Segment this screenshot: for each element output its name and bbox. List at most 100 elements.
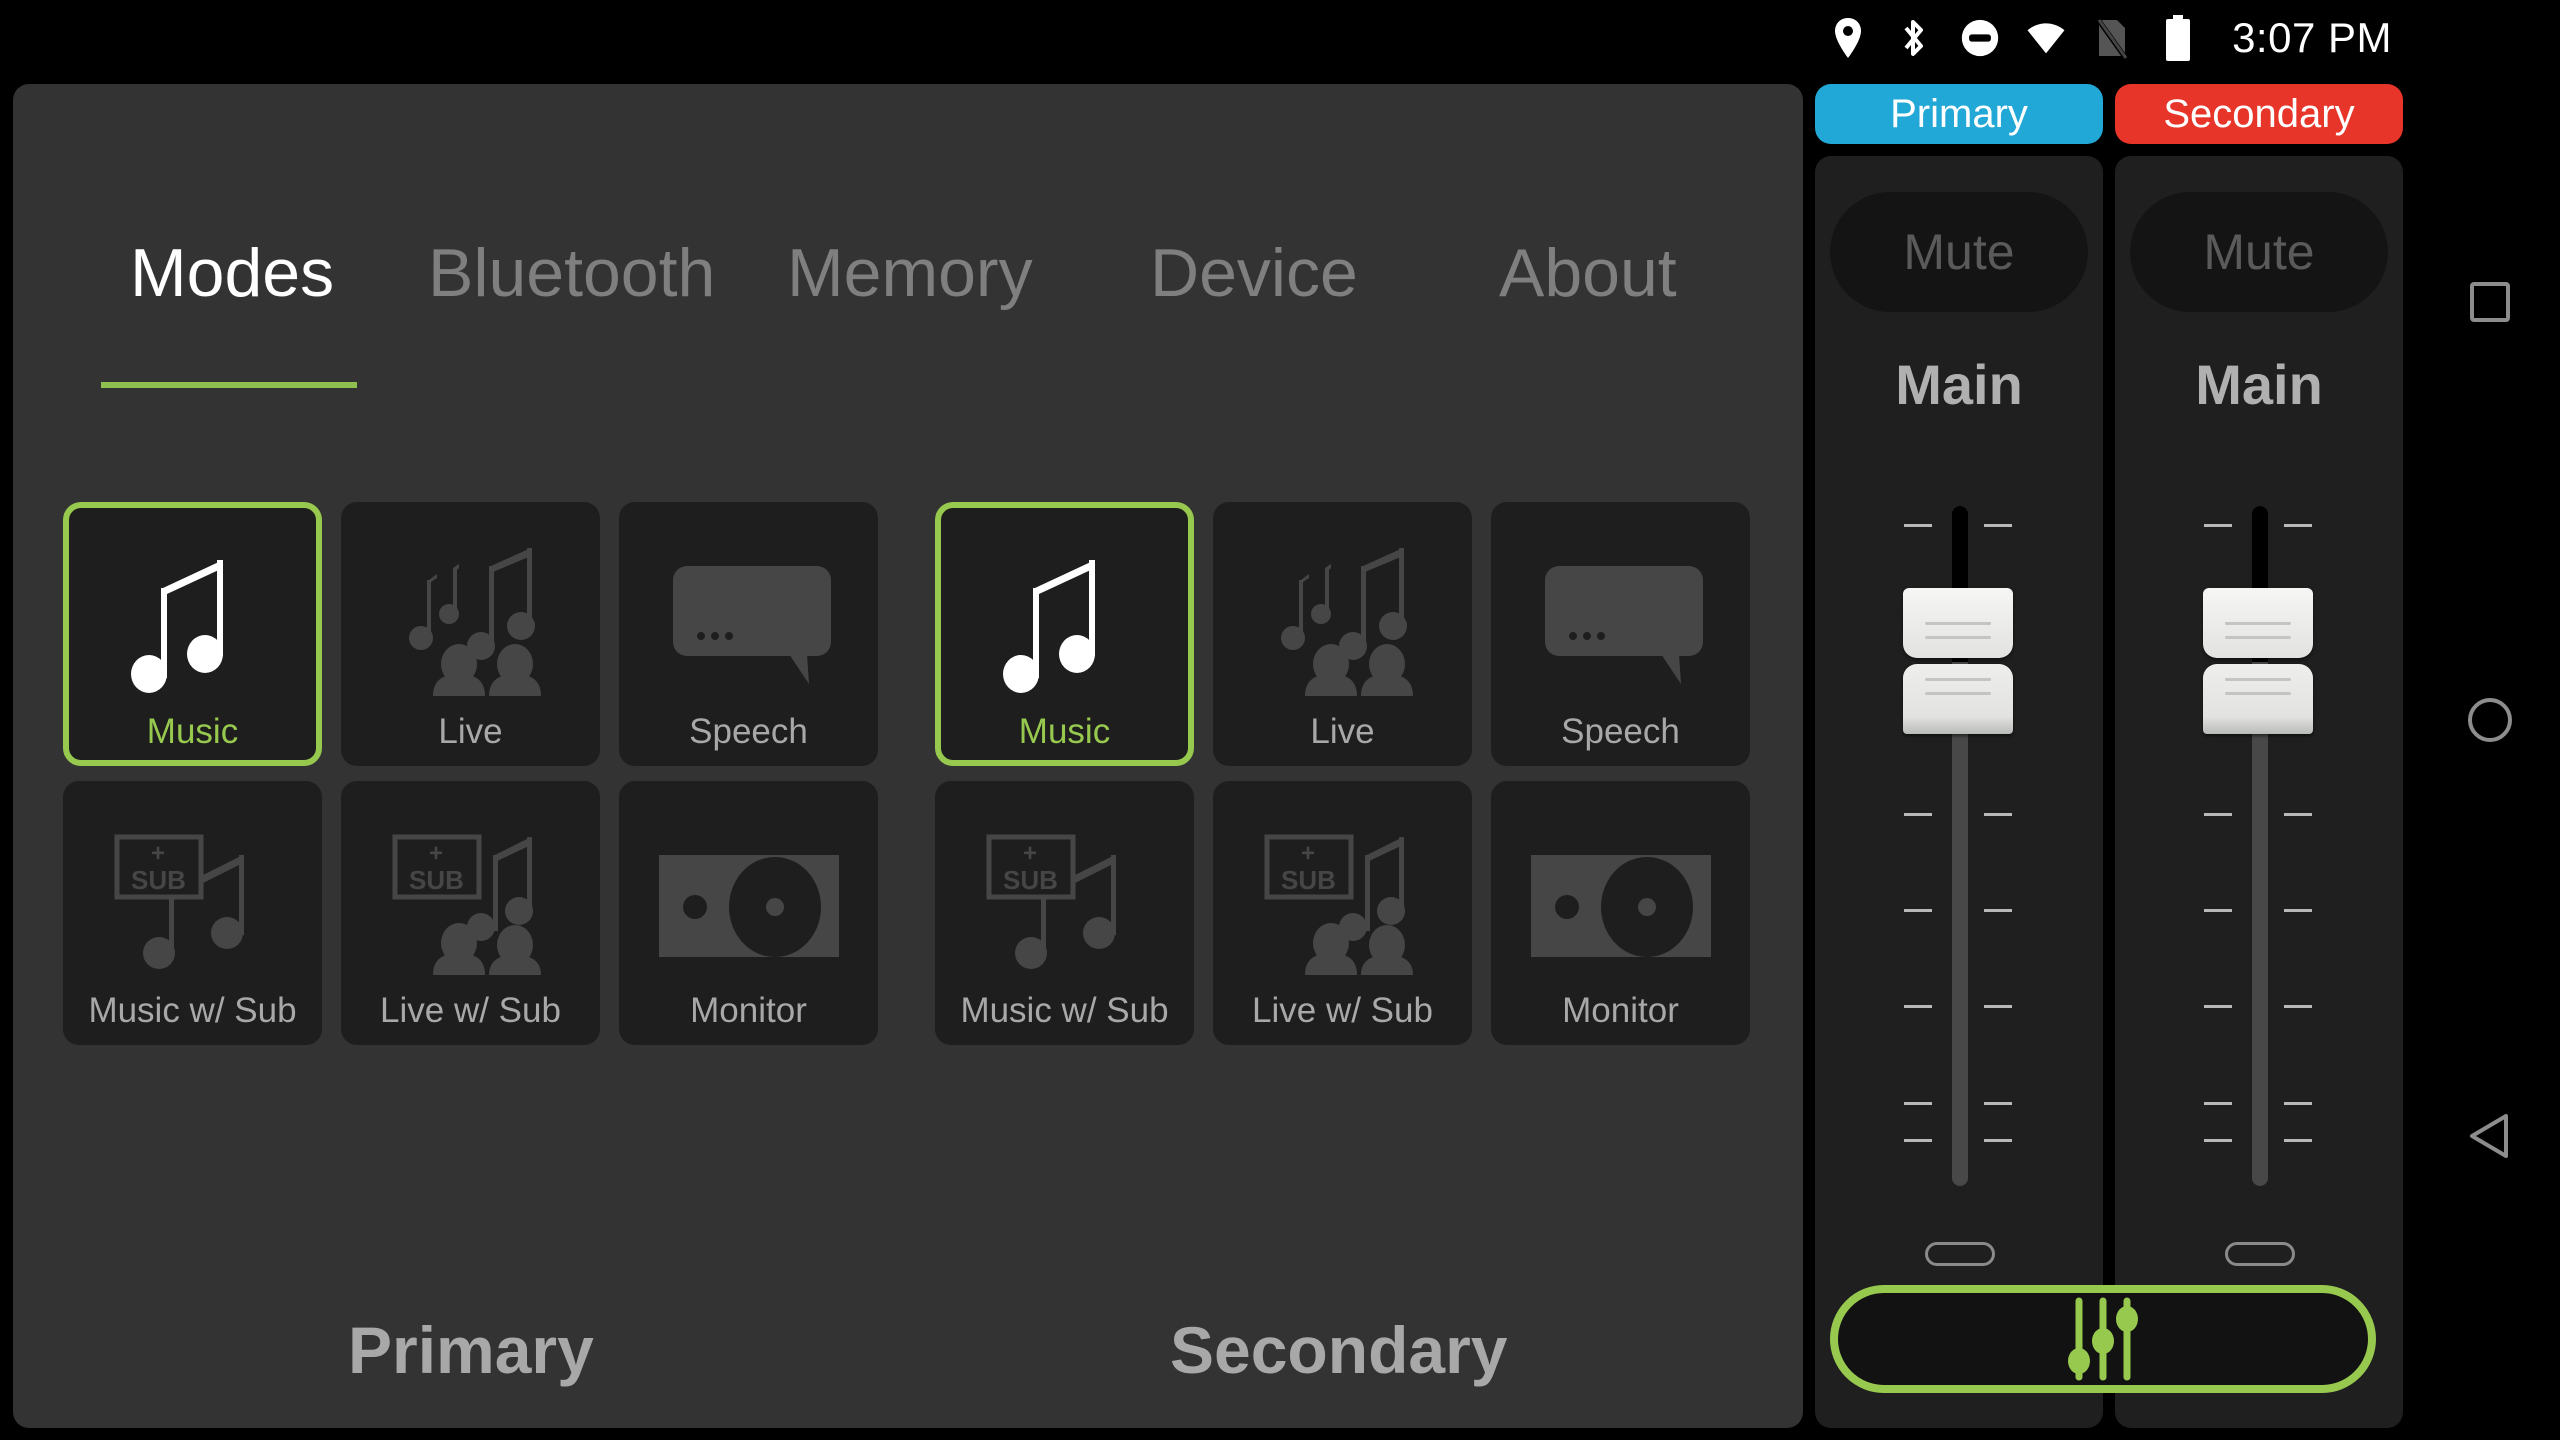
mixer-button[interactable] bbox=[1830, 1285, 2376, 1393]
fader-tick bbox=[2284, 524, 2312, 527]
fader-tick bbox=[2284, 1102, 2312, 1105]
mode-tile-live[interactable]: Live bbox=[341, 502, 600, 766]
fader-tick bbox=[2204, 1102, 2232, 1105]
fader-knob-bottom bbox=[1903, 664, 2013, 735]
fader-tick bbox=[2284, 1005, 2312, 1008]
bluetooth-icon bbox=[1894, 16, 1934, 60]
recents-button[interactable] bbox=[2462, 274, 2518, 330]
fader-tick bbox=[1984, 524, 2012, 527]
fader-tick bbox=[1984, 909, 2012, 912]
volume-fader[interactable] bbox=[2115, 496, 2403, 1196]
fader-tick bbox=[2204, 1139, 2232, 1142]
music-note-icon bbox=[1002, 560, 1095, 693]
fader-tick bbox=[2204, 909, 2232, 912]
volume-fader[interactable] bbox=[1815, 496, 2103, 1196]
secondary-mode-grid: Music Live Speech SUB + Music w/ Sub SUB +… bbox=[935, 502, 1750, 1045]
mode-tile-music-w-sub[interactable]: SUB + Music w/ Sub bbox=[63, 781, 322, 1045]
active-tab-indicator bbox=[101, 382, 357, 388]
fader-tick bbox=[2204, 1005, 2232, 1008]
svg-text:SUB: SUB bbox=[1003, 865, 1058, 895]
fader-tick bbox=[2284, 1139, 2312, 1142]
back-button[interactable] bbox=[2462, 1108, 2518, 1164]
mixer-sliders-icon bbox=[2068, 1297, 2138, 1381]
battery-icon bbox=[2158, 15, 2198, 61]
secondary-zone-badge[interactable]: Secondary bbox=[2115, 84, 2403, 144]
mode-tile-music[interactable]: Music bbox=[935, 502, 1194, 766]
home-icon bbox=[2468, 698, 2512, 742]
secondary-zone-label: Secondary bbox=[1170, 1313, 1508, 1387]
fader-tick bbox=[1984, 1102, 2012, 1105]
monitor-speaker-icon bbox=[658, 855, 839, 957]
tab-modes[interactable]: Modes bbox=[130, 234, 334, 312]
channel-name: Main bbox=[1895, 353, 2023, 416]
svg-text:SUB: SUB bbox=[131, 865, 186, 895]
fader-tick bbox=[2204, 524, 2232, 527]
channel-link-toggle[interactable] bbox=[2225, 1242, 2295, 1266]
channel-link-toggle[interactable] bbox=[1925, 1242, 1995, 1266]
primary-mode-grid: Music Live Speech SUB + Music w/ Sub SUB +… bbox=[63, 502, 878, 1045]
fader-tick bbox=[2284, 909, 2312, 912]
fader-tick bbox=[1984, 1005, 2012, 1008]
back-icon bbox=[2470, 1114, 2508, 1158]
tab-bluetooth[interactable]: Bluetooth bbox=[428, 234, 715, 312]
speech-bubble-icon bbox=[672, 566, 831, 684]
fader-tick bbox=[2204, 813, 2232, 816]
secondary-channel-strip: Mute Main bbox=[2115, 156, 2403, 1428]
mode-tile-live[interactable]: Live bbox=[1213, 502, 1472, 766]
music-sub-icon: SUB+ bbox=[114, 834, 244, 969]
tab-memory[interactable]: Memory bbox=[787, 234, 1033, 312]
channel-name: Main bbox=[2195, 353, 2323, 416]
mode-tile-monitor[interactable]: Monitor bbox=[1491, 781, 1750, 1045]
svg-text:SUB: SUB bbox=[409, 865, 464, 895]
mode-label: Monitor bbox=[690, 991, 807, 1030]
mode-label: Live bbox=[1310, 712, 1375, 751]
monitor-speaker-icon bbox=[1530, 855, 1711, 957]
mode-label: Live w/ Sub bbox=[380, 991, 561, 1030]
fader-knob-bottom bbox=[2203, 664, 2313, 735]
fader-knob-top bbox=[1903, 588, 2013, 659]
fader-tick bbox=[1904, 1139, 1932, 1142]
home-button[interactable] bbox=[2462, 692, 2518, 748]
fader-knob[interactable] bbox=[1903, 588, 2013, 736]
mode-tile-live-w-sub[interactable]: SUB + Live w/ Sub bbox=[341, 781, 600, 1045]
svg-text:+: + bbox=[429, 840, 443, 867]
svg-text:+: + bbox=[1301, 840, 1315, 867]
fader-tick bbox=[1904, 813, 1932, 816]
fader-tick bbox=[1904, 524, 1932, 527]
svg-text:+: + bbox=[151, 840, 165, 867]
mode-tile-speech[interactable]: Speech bbox=[1491, 502, 1750, 766]
modes-panel: Modes Bluetooth Memory Device About Musi… bbox=[13, 84, 1803, 1428]
mode-tile-live-w-sub[interactable]: SUB + Live w/ Sub bbox=[1213, 781, 1472, 1045]
no-sim-icon bbox=[2092, 16, 2132, 60]
mode-tile-music[interactable]: Music bbox=[63, 502, 322, 766]
mode-label: Music w/ Sub bbox=[960, 991, 1169, 1030]
recents-icon bbox=[2470, 282, 2510, 322]
fader-tick bbox=[2284, 813, 2312, 816]
mode-label: Speech bbox=[1561, 712, 1680, 751]
mode-label: Monitor bbox=[1562, 991, 1679, 1030]
speech-bubble-icon bbox=[1544, 566, 1703, 684]
mode-tile-monitor[interactable]: Monitor bbox=[619, 781, 878, 1045]
music-note-icon bbox=[130, 560, 223, 693]
tab-about[interactable]: About bbox=[1499, 234, 1677, 312]
fader-tick bbox=[1904, 1005, 1932, 1008]
svg-text:SUB: SUB bbox=[1281, 865, 1336, 895]
do-not-disturb-icon bbox=[1960, 16, 2000, 60]
live-audience-icon bbox=[1280, 548, 1413, 696]
fader-knob[interactable] bbox=[2203, 588, 2313, 736]
fader-tick bbox=[1984, 813, 2012, 816]
mode-label: Speech bbox=[689, 712, 808, 751]
mode-tile-speech[interactable]: Speech bbox=[619, 502, 878, 766]
mode-label: Music bbox=[146, 712, 239, 751]
mode-label: Music bbox=[1018, 712, 1111, 751]
tab-device[interactable]: Device bbox=[1150, 234, 1358, 312]
clock: 3:07 PM bbox=[2232, 14, 2392, 61]
fader-tick bbox=[1984, 1139, 2012, 1142]
app-screen: 3:07 PM Modes Bluetooth Memory Device Ab… bbox=[0, 0, 2560, 1440]
mute-button[interactable]: Mute bbox=[2130, 192, 2388, 312]
tab-bar: Modes Bluetooth Memory Device About bbox=[13, 234, 1803, 388]
live-sub-icon: SUB+ bbox=[392, 834, 541, 975]
mute-button[interactable]: Mute bbox=[1830, 192, 2088, 312]
primary-zone-badge[interactable]: Primary bbox=[1815, 84, 2103, 144]
mode-tile-music-w-sub[interactable]: SUB + Music w/ Sub bbox=[935, 781, 1194, 1045]
